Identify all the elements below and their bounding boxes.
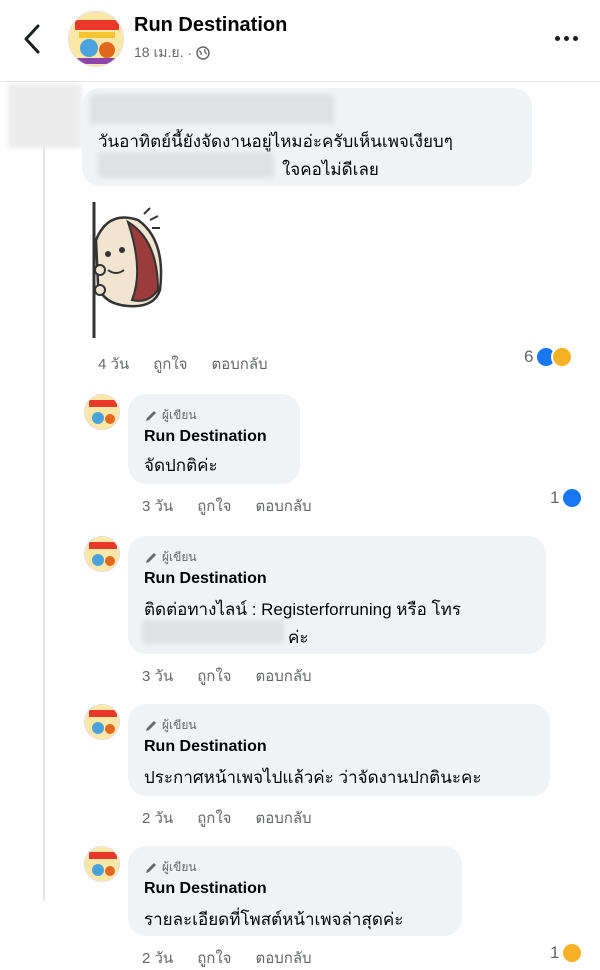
reply-author-name[interactable]: Run Destination [144, 570, 267, 588]
redacted-phone [142, 620, 284, 644]
meta-separator: · [187, 45, 193, 61]
globe-icon [196, 46, 210, 60]
like-link[interactable]: ถูกใจ [197, 806, 231, 830]
reply-time[interactable]: 3 วัน [142, 494, 173, 518]
reply-text: จัดปกติค่ะ [144, 456, 218, 475]
page-avatar[interactable] [68, 11, 124, 67]
comment-reactions[interactable]: 6 [524, 346, 574, 368]
reply-avatar[interactable] [84, 704, 120, 740]
author-badge: ผู้เขียน [144, 858, 197, 877]
reaction-count: 6 [524, 347, 534, 366]
reply-time[interactable]: 2 วัน [142, 806, 173, 830]
author-badge-label: ผู้เขียน [162, 550, 197, 564]
reply-avatar[interactable] [84, 394, 120, 430]
reply-reactions[interactable]: 1 [550, 487, 584, 509]
chevron-left-icon [24, 24, 40, 54]
author-badge: ผู้เขียน [144, 548, 197, 567]
reply-actions: 2 วัน ถูกใจ ตอบกลับ [142, 806, 312, 830]
reply-text: รายละเอียดที่โพสต์หน้าเพจล่าสุดค่ะ [144, 910, 404, 929]
reaction-count: 1 [550, 488, 560, 507]
reply-bubble[interactable]: ผู้เขียน Run Destination ติดต่อทางไลน์ :… [128, 536, 546, 654]
reply-author-name[interactable]: Run Destination [144, 738, 267, 756]
like-reaction-icon [561, 487, 584, 509]
pencil-icon [146, 862, 156, 873]
more-dot [573, 36, 578, 41]
reply-actions: 3 วัน ถูกใจ ตอบกลับ [142, 494, 312, 518]
author-badge-label: ผู้เขียน [162, 408, 197, 422]
reply-bubble[interactable]: ผู้เขียน Run Destination จัดปกติค่ะ [128, 394, 300, 484]
comment-text-line2: ใจคอไม่ดีเลย [282, 160, 379, 179]
reply-text-line1: ติดต่อทางไลน์ : Registerforruning หรือ โ… [144, 600, 461, 619]
reply-author-name[interactable]: Run Destination [144, 880, 267, 898]
reply-actions: 3 วัน ถูกใจ ตอบกลับ [142, 664, 312, 688]
like-link[interactable]: ถูกใจ [197, 494, 231, 518]
thread-line [43, 96, 45, 901]
author-badge: ผู้เขียน [144, 716, 197, 735]
reply-time[interactable]: 3 วัน [142, 664, 173, 688]
reply-text: ประกาศหน้าเพจไปแล้วค่ะ ว่าจัดงานปกตินะคะ [144, 768, 482, 787]
sticker-image[interactable] [88, 200, 170, 340]
reply-link[interactable]: ตอบกลับ [255, 946, 311, 970]
redacted-text [98, 152, 274, 178]
like-link[interactable]: ถูกใจ [197, 664, 231, 688]
reply-text-line2: ค่ะ [288, 628, 309, 647]
reaction-count: 1 [550, 943, 560, 962]
reply-bubble[interactable]: ผู้เขียน Run Destination ประกาศหน้าเพจไป… [128, 704, 550, 796]
comment-text-line1: วันอาทิตย์นี้ยังจัดงานอยู่ไหมอ่ะครับเห็น… [98, 132, 453, 151]
reply-avatar[interactable] [84, 536, 120, 572]
like-link[interactable]: ถูกใจ [197, 946, 231, 970]
author-badge: ผู้เขียน [144, 406, 197, 425]
reply-link[interactable]: ตอบกลับ [255, 806, 311, 830]
post-date[interactable]: 18 เม.ย. [134, 42, 183, 64]
pencil-icon [146, 410, 156, 421]
reply-time[interactable]: 2 วัน [142, 946, 173, 970]
author-badge-label: ผู้เขียน [162, 860, 197, 874]
commenter-name-redacted [90, 94, 334, 124]
page-name[interactable]: Run Destination [134, 14, 287, 37]
comment-time[interactable]: 4 วัน [98, 352, 129, 376]
reply-link[interactable]: ตอบกลับ [255, 494, 311, 518]
reply-actions: 2 วัน ถูกใจ ตอบกลับ [142, 946, 312, 970]
reply-author-name[interactable]: Run Destination [144, 428, 267, 446]
post-meta: 18 เม.ย. · [134, 42, 210, 64]
reply-link[interactable]: ตอบกลับ [211, 352, 267, 376]
reply-bubble[interactable]: ผู้เขียน Run Destination รายละเอียดที่โพ… [128, 846, 462, 936]
haha-reaction-icon [561, 942, 584, 964]
haha-reaction-icon [551, 346, 574, 368]
back-button[interactable] [20, 22, 46, 56]
more-dot [564, 36, 569, 41]
more-options-button[interactable] [555, 36, 578, 41]
reply-avatar[interactable] [84, 846, 120, 882]
post-header: Run Destination 18 เม.ย. · [0, 0, 600, 82]
comment-bubble[interactable]: วันอาทิตย์นี้ยังจัดงานอยู่ไหมอ่ะครับเห็น… [82, 88, 532, 186]
reply-link[interactable]: ตอบกลับ [255, 664, 311, 688]
commenter-avatar-redacted [8, 84, 82, 148]
more-horizontal-icon [555, 36, 560, 41]
like-link[interactable]: ถูกใจ [153, 352, 187, 376]
pencil-icon [146, 720, 156, 731]
pencil-icon [146, 552, 156, 563]
reply-reactions[interactable]: 1 [550, 942, 584, 964]
author-badge-label: ผู้เขียน [162, 718, 197, 732]
comment-actions: 4 วัน ถูกใจ ตอบกลับ [98, 352, 268, 376]
